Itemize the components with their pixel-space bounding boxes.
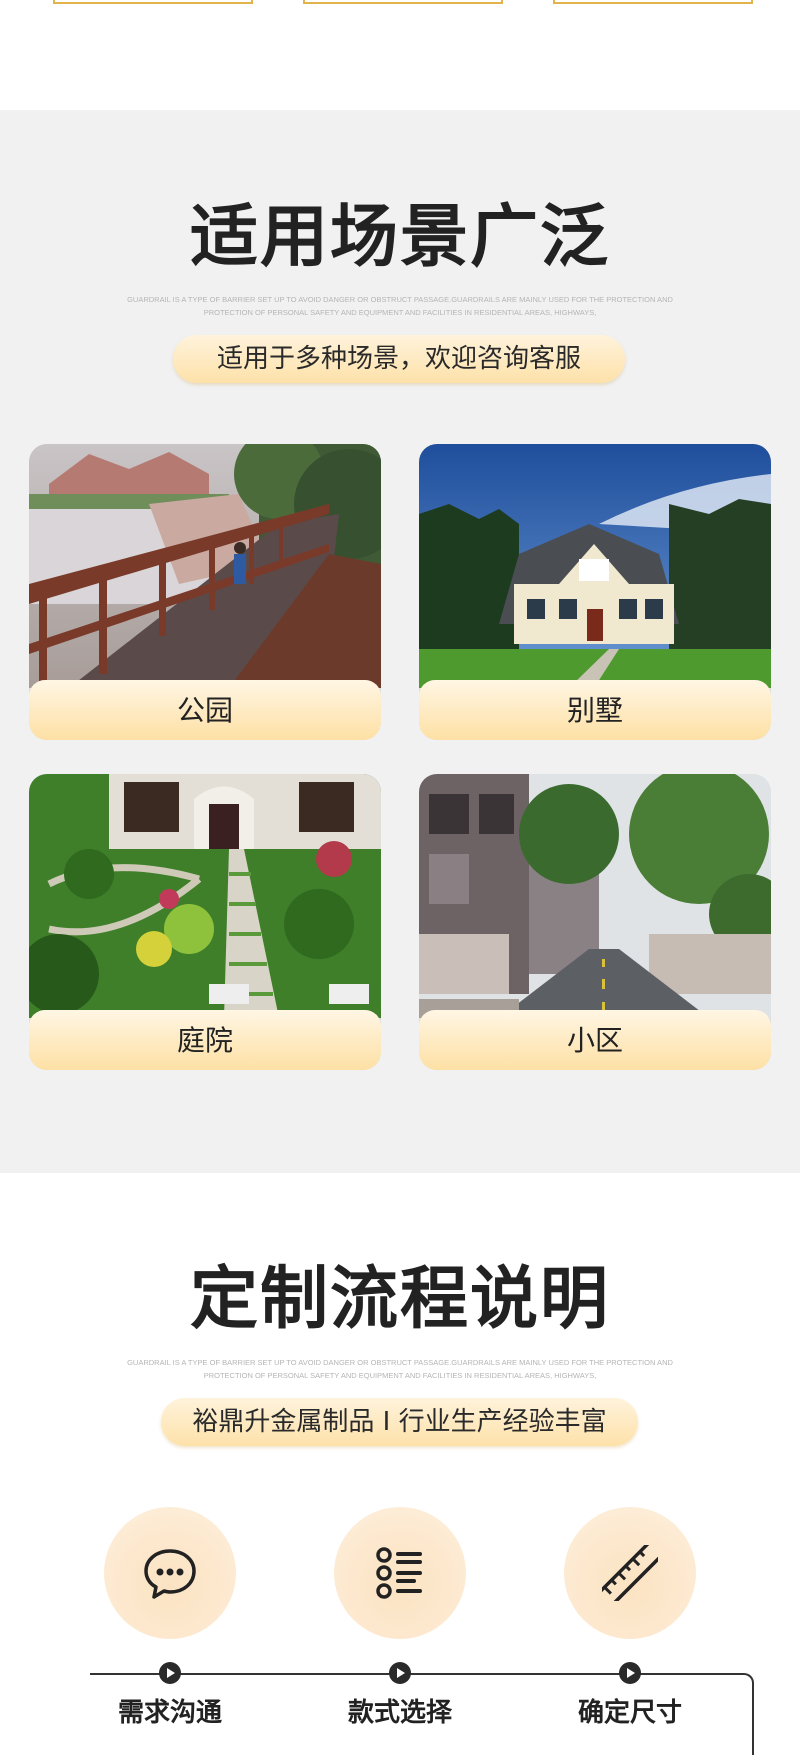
scene-card-villa[interactable]: 别墅 [419,444,771,740]
process-pill: 裕鼎升金属制品 I 行业生产经验丰富 [161,1398,638,1446]
step-label-style: 款式选择 [347,1698,452,1728]
step-label-size: 确定尺寸 [577,1698,682,1728]
top-strip [0,0,800,110]
step-circle-demand [104,1507,236,1639]
scene-card-park[interactable]: 公园 [29,444,381,740]
chat-bubble-icon [144,1549,196,1599]
scene-card-label: 别墅 [419,680,771,740]
scenes-title: 适用场景广泛 [189,198,610,277]
park-image [29,444,381,688]
scene-card-label: 公园 [29,680,381,740]
villa-image [419,444,771,688]
top-button-1[interactable] [53,0,253,4]
timeline-play-icon [159,1662,181,1684]
process-subtitle: GUARDRAIL IS A TYPE OF BARRIER SET UP TO… [127,1358,673,1380]
process-title: 定制流程说明 [189,1260,610,1339]
scene-card-residential[interactable]: 小区 [419,774,771,1070]
timeline-play-icon [619,1662,641,1684]
top-button-3[interactable] [553,0,753,4]
scene-card-label: 庭院 [29,1010,381,1070]
courtyard-image [29,774,381,1018]
scenes-pill: 适用于多种场景，欢迎咨询客服 [173,335,625,383]
step-label-demand: 需求沟通 [117,1698,222,1728]
scene-card-label: 小区 [419,1010,771,1070]
timeline-play-icon [389,1662,411,1684]
step-circle-style [334,1507,466,1639]
residential-image [419,774,771,1018]
list-icon [376,1547,422,1599]
ruler-icon [602,1545,658,1601]
scenes-subtitle: GUARDRAIL IS A TYPE OF BARRIER SET UP TO… [127,295,673,317]
top-button-2[interactable] [303,0,503,4]
step-circle-size [564,1507,696,1639]
scene-card-courtyard[interactable]: 庭院 [29,774,381,1070]
